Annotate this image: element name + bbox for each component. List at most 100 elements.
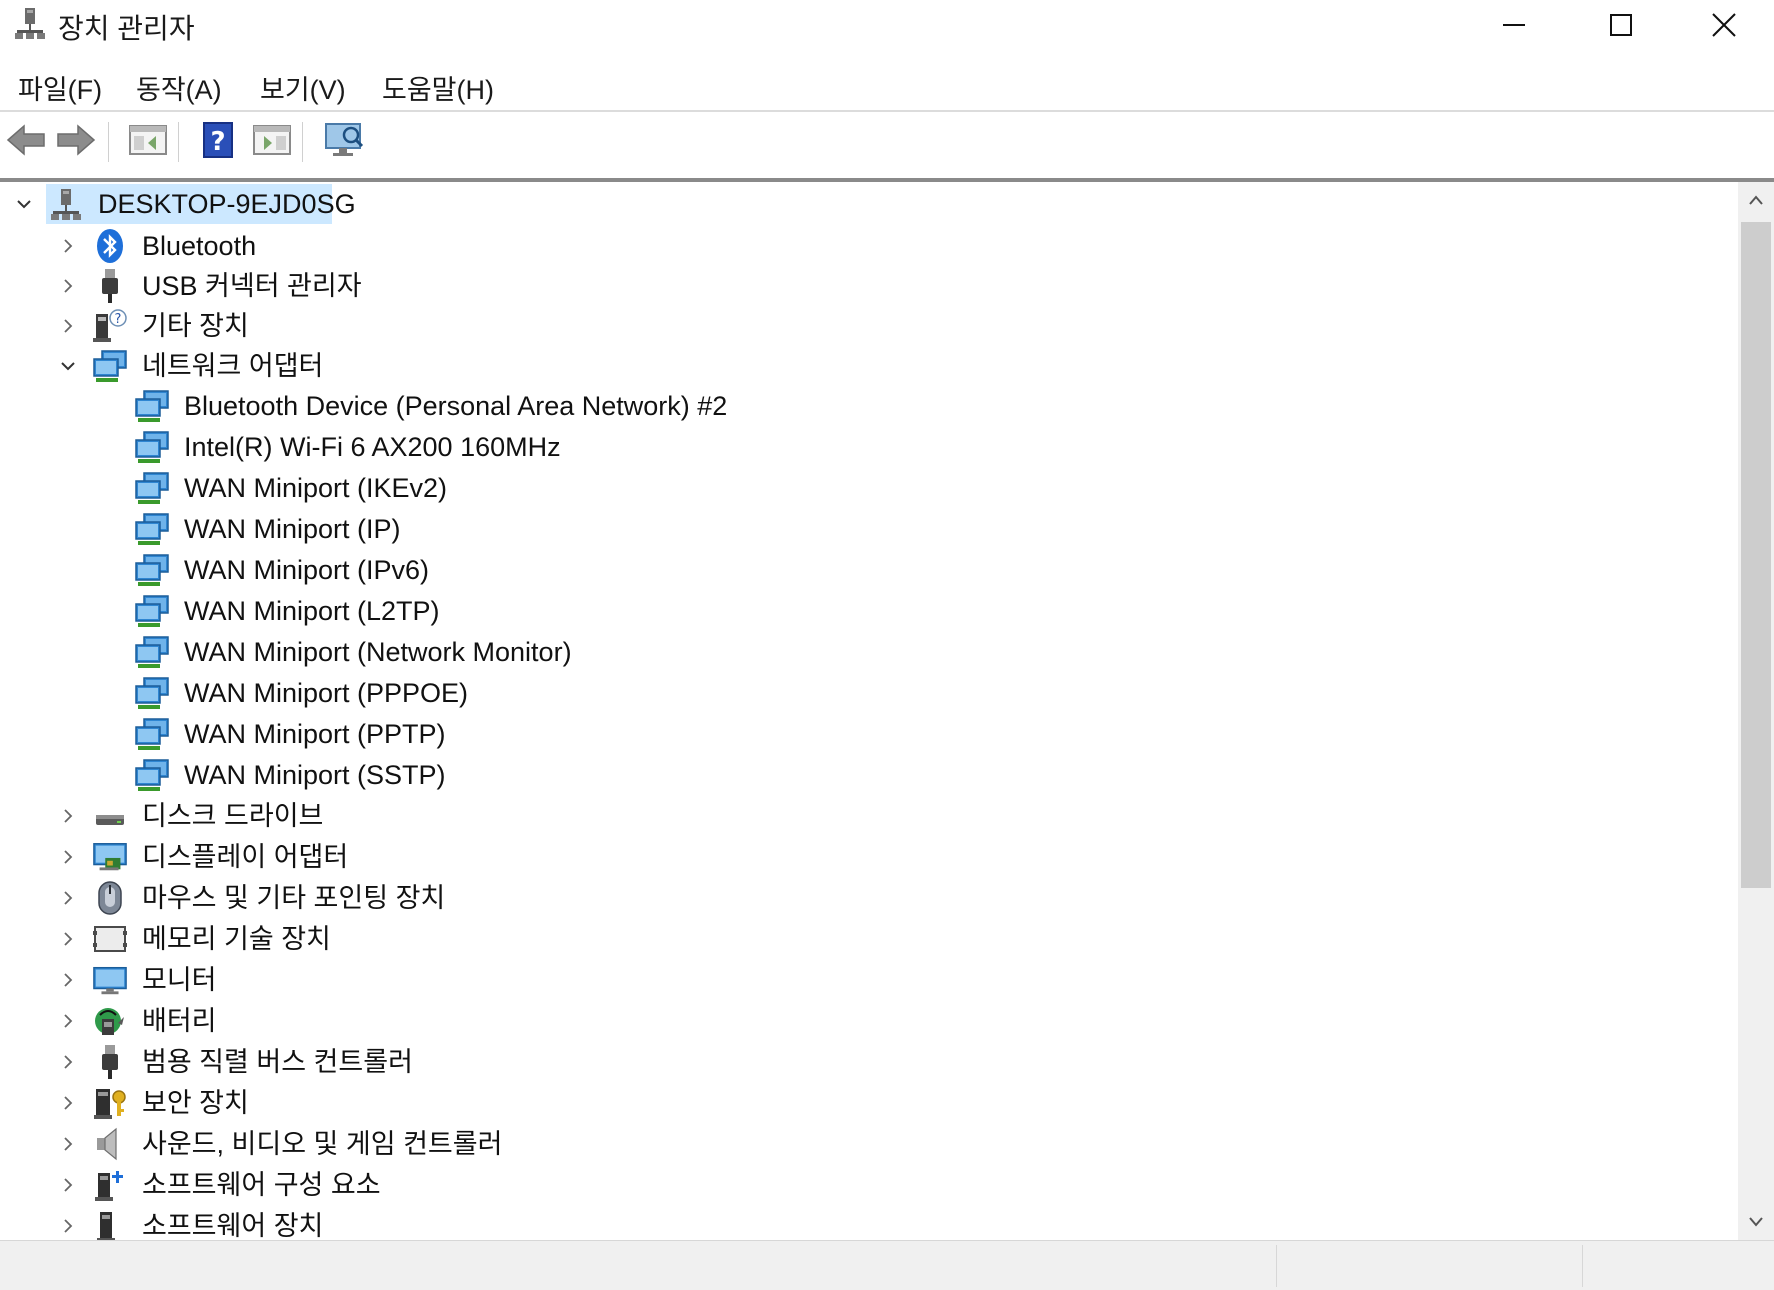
- chevron-right-icon[interactable]: [58, 806, 78, 826]
- scan-hardware-button[interactable]: [322, 118, 366, 162]
- software-component-icon: [92, 1167, 128, 1203]
- tree-item-monitors[interactable]: 모니터: [0, 960, 1700, 1000]
- bluetooth-icon: [92, 228, 128, 264]
- tree-root-desktop[interactable]: DESKTOP-9EJD0SG: [0, 184, 1700, 224]
- tree-item-network-device[interactable]: WAN Miniport (IP): [0, 509, 1700, 549]
- chevron-right-icon[interactable]: [58, 1175, 78, 1195]
- chevron-right-icon[interactable]: [58, 847, 78, 867]
- menu-help[interactable]: 도움말(H): [382, 68, 494, 107]
- monitor-icon: [92, 962, 128, 998]
- menu-view[interactable]: 보기(V): [260, 68, 346, 107]
- scroll-up-button[interactable]: [1738, 182, 1774, 218]
- chevron-right-icon[interactable]: [58, 929, 78, 949]
- tree-item-software-devices[interactable]: 소프트웨어 장치: [0, 1206, 1700, 1240]
- security-device-icon: [92, 1085, 128, 1121]
- toolbar: ?: [0, 114, 1774, 168]
- toolbar-divider: [302, 122, 303, 162]
- tree-item-label: WAN Miniport (IP): [184, 514, 401, 544]
- forward-arrow-icon: [57, 124, 96, 156]
- close-button[interactable]: [1674, 0, 1774, 50]
- tree-item-disk-drives[interactable]: 디스크 드라이브: [0, 796, 1700, 836]
- tree-item-label: WAN Miniport (IKEv2): [184, 473, 448, 503]
- chevron-right-icon[interactable]: [58, 1134, 78, 1154]
- chevron-right-icon[interactable]: [58, 1093, 78, 1113]
- chevron-right-icon[interactable]: [58, 970, 78, 990]
- menu-file[interactable]: 파일(F): [18, 68, 102, 107]
- tree-item-network-device[interactable]: WAN Miniport (SSTP): [0, 755, 1700, 795]
- maximize-button[interactable]: [1567, 0, 1674, 50]
- network-adapter-icon: [134, 675, 170, 711]
- chevron-down-icon[interactable]: [58, 356, 78, 376]
- tree-item-software-components[interactable]: 소프트웨어 구성 요소: [0, 1165, 1700, 1205]
- chevron-up-icon: [1749, 195, 1763, 205]
- monitor-scan-icon: [325, 123, 364, 156]
- tree-item-network-device[interactable]: WAN Miniport (Network Monitor): [0, 632, 1700, 672]
- action-pane-button[interactable]: [250, 118, 294, 162]
- usb-plug-icon: [92, 268, 128, 304]
- vertical-scrollbar[interactable]: [1738, 182, 1774, 1240]
- tree-item-network-device[interactable]: Intel(R) Wi-Fi 6 AX200 160MHz: [0, 427, 1700, 467]
- tree-item-memory-technology-devices[interactable]: 메모리 기술 장치: [0, 919, 1700, 959]
- tree-item-label: 디스플레이 어댑터: [142, 842, 349, 872]
- menu-separator: [0, 110, 1774, 112]
- chevron-right-icon[interactable]: [58, 888, 78, 908]
- help-button[interactable]: ?: [196, 118, 240, 162]
- scroll-thumb[interactable]: [1741, 222, 1771, 888]
- tree-item-display-adapters[interactable]: 디스플레이 어댑터: [0, 837, 1700, 877]
- tree-item-label: 소프트웨어 구성 요소: [142, 1170, 381, 1200]
- update-driver-icon: [253, 125, 291, 155]
- back-button[interactable]: [4, 118, 48, 162]
- tree-item-usb-connector-manager[interactable]: USB 커넥터 관리자: [0, 266, 1700, 306]
- tree-item-label: 소프트웨어 장치: [142, 1211, 324, 1240]
- tree-item-mice[interactable]: 마우스 및 기타 포인팅 장치: [0, 878, 1700, 918]
- tree-item-security-devices[interactable]: 보안 장치: [0, 1083, 1700, 1123]
- network-adapter-icon: [134, 470, 170, 506]
- tree-item-label: 디스크 드라이브: [142, 801, 324, 831]
- scroll-down-button[interactable]: [1738, 1204, 1774, 1240]
- network-adapter-icon: [134, 388, 170, 424]
- tree-item-usb-controllers[interactable]: 범용 직렬 버스 컨트롤러: [0, 1042, 1700, 1082]
- close-icon: [1712, 13, 1736, 37]
- tree-item-label: Bluetooth Device (Personal Area Network)…: [184, 391, 728, 421]
- chevron-right-icon[interactable]: [58, 276, 78, 296]
- tree-item-label: Intel(R) Wi-Fi 6 AX200 160MHz: [184, 432, 561, 462]
- tree-item-network-device[interactable]: Bluetooth Device (Personal Area Network)…: [0, 386, 1700, 426]
- minimize-button[interactable]: [1460, 0, 1567, 50]
- network-adapter-icon: [134, 511, 170, 547]
- chevron-right-icon[interactable]: [58, 1052, 78, 1072]
- svg-text:?: ?: [115, 312, 122, 327]
- tree-item-network-adapters[interactable]: 네트워크 어댑터: [0, 346, 1700, 386]
- tree-item-network-device[interactable]: WAN Miniport (PPTP): [0, 714, 1700, 754]
- tree-root-label: DESKTOP-9EJD0SG: [98, 189, 356, 219]
- chevron-down-icon[interactable]: [14, 194, 34, 214]
- tree-item-label: 마우스 및 기타 포인팅 장치: [142, 883, 446, 913]
- tree-item-batteries[interactable]: 배터리: [0, 1001, 1700, 1041]
- tree-item-label: Bluetooth: [142, 231, 257, 261]
- network-adapter-icon: [134, 552, 170, 588]
- tree-item-network-device[interactable]: WAN Miniport (IKEv2): [0, 468, 1700, 508]
- chevron-right-icon[interactable]: [58, 236, 78, 256]
- tree-item-network-device[interactable]: WAN Miniport (PPPOE): [0, 673, 1700, 713]
- tree-item-label: WAN Miniport (PPPOE): [184, 678, 469, 708]
- tree-item-other-devices[interactable]: ? 기타 장치: [0, 306, 1700, 346]
- tree-item-bluetooth[interactable]: Bluetooth: [0, 226, 1700, 266]
- tree-item-label: 범용 직렬 버스 컨트롤러: [142, 1047, 413, 1077]
- toolbar-divider: [178, 122, 179, 162]
- chevron-right-icon[interactable]: [58, 1011, 78, 1031]
- display-adapter-icon: [92, 839, 128, 875]
- tree-item-label: WAN Miniport (Network Monitor): [184, 637, 572, 667]
- menu-action[interactable]: 동작(A): [136, 68, 222, 107]
- tree-item-network-device[interactable]: WAN Miniport (IPv6): [0, 550, 1700, 590]
- show-hide-console-tree-button[interactable]: [126, 118, 170, 162]
- network-adapter-icon: [134, 716, 170, 752]
- chevron-right-icon[interactable]: [58, 316, 78, 336]
- tree-item-sound-video-game-controllers[interactable]: 사운드, 비디오 및 게임 컨트롤러: [0, 1124, 1700, 1164]
- status-bar: [0, 1240, 1774, 1290]
- forward-button[interactable]: [54, 118, 98, 162]
- help-icon: ?: [203, 122, 233, 158]
- speaker-icon: [92, 1126, 128, 1162]
- chevron-right-icon[interactable]: [58, 1216, 78, 1236]
- tree-item-network-device[interactable]: WAN Miniport (L2TP): [0, 591, 1700, 631]
- status-divider: [1582, 1245, 1583, 1287]
- computer-icon: [48, 186, 84, 222]
